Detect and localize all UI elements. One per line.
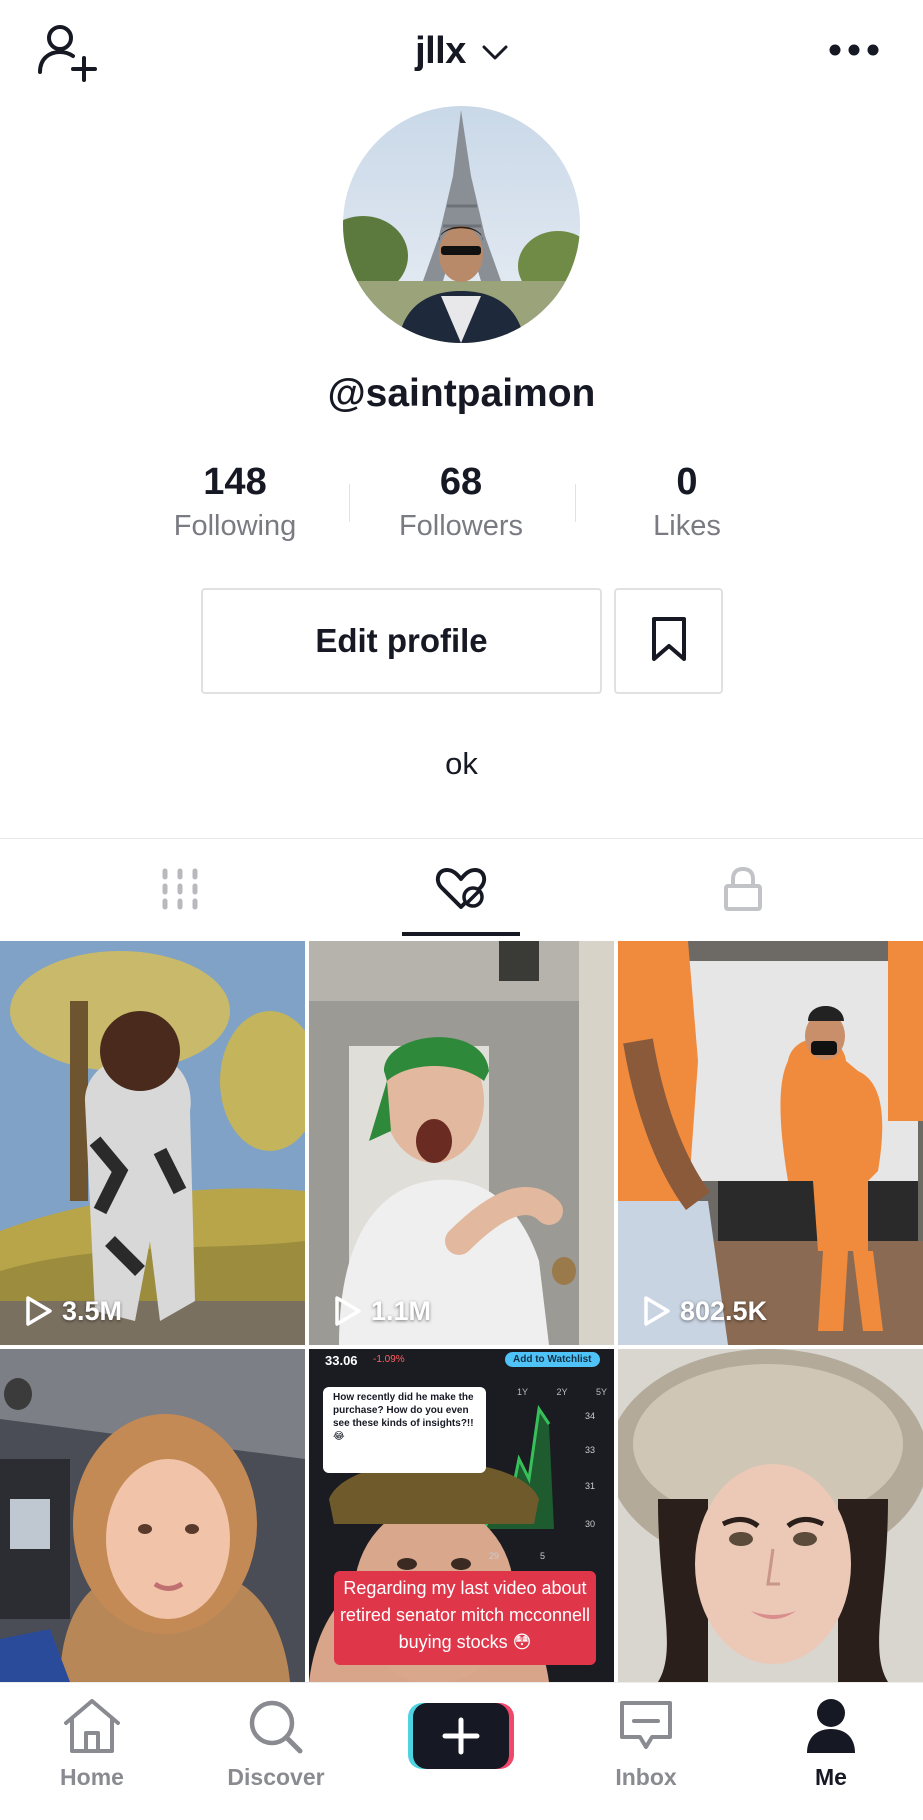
chevron-down-icon [482, 28, 508, 71]
tab-private[interactable] [683, 850, 803, 932]
range-2y: 2Y [556, 1387, 568, 1397]
stock-change: -1.09% [373, 1354, 405, 1365]
video-tile[interactable]: 33.06 -1.09% Add to Watchlist How recent… [309, 1349, 614, 1682]
play-icon [644, 1296, 670, 1326]
edit-profile-button[interactable]: Edit profile [201, 588, 602, 694]
home-icon [64, 1699, 120, 1753]
video-tile[interactable] [0, 1349, 305, 1682]
view-count: 1.1M [333, 1295, 431, 1327]
range-tabs: 1Y 2Y 5Y [517, 1387, 607, 1397]
axis-label: 34 [585, 1411, 596, 1421]
plus-icon [408, 1703, 514, 1769]
followers-stat[interactable]: 68 Followers [351, 458, 571, 546]
bottom-navigation: Home Discover Inbox Me [0, 1682, 923, 1820]
profile-bio: ok [445, 746, 478, 781]
account-switcher[interactable]: jllx [0, 30, 923, 73]
inbox-icon [620, 1701, 672, 1749]
stat-divider [349, 484, 350, 522]
range-1y: 1Y [517, 1387, 529, 1397]
edit-profile-label: Edit profile [315, 622, 488, 659]
stock-price: 33.06 [325, 1353, 358, 1368]
account-name: jllx [415, 30, 466, 72]
liked-videos-icon [435, 867, 487, 916]
followers-count: 68 [439, 461, 483, 503]
view-count: 3.5M [24, 1295, 122, 1327]
following-count: 148 [203, 461, 267, 503]
search-icon [249, 1700, 303, 1754]
likes-stat[interactable]: 0 Likes [577, 458, 797, 546]
axis-label: 30 [585, 1519, 596, 1529]
nav-inbox-label: Inbox [615, 1764, 677, 1790]
nav-home[interactable]: Home [22, 1697, 162, 1791]
tabs-divider [0, 838, 923, 839]
axis-label: 29 [489, 1551, 500, 1561]
video-tile[interactable]: 1.1M [309, 941, 614, 1345]
nav-me[interactable]: Me [761, 1697, 901, 1791]
video-thumbnail [618, 1349, 923, 1682]
create-button[interactable] [408, 1703, 514, 1769]
active-tab-indicator [402, 932, 520, 936]
video-thumbnail [0, 1349, 305, 1682]
video-thumbnail [618, 941, 923, 1345]
tab-videos[interactable] [120, 850, 240, 932]
view-count-value: 3.5M [62, 1295, 123, 1326]
profile-header: jllx [0, 0, 923, 100]
video-tile[interactable]: 3.5M [0, 941, 305, 1345]
video-caption: Regarding my last video about retired se… [339, 1578, 591, 1652]
axis-label: 31 [585, 1481, 596, 1491]
video-thumbnail [0, 941, 305, 1345]
bookmark-icon [650, 616, 688, 667]
tab-liked[interactable] [401, 850, 521, 932]
videos-grid-icon [160, 867, 200, 916]
video-thumbnail [309, 941, 614, 1345]
following-stat[interactable]: 148 Following [125, 458, 345, 546]
play-icon [335, 1296, 361, 1326]
likes-label: Likes [653, 510, 721, 542]
stat-divider [575, 484, 576, 522]
comment-bubble: How recently did he make the purchase? H… [333, 1392, 474, 1442]
nav-me-label: Me [815, 1764, 847, 1790]
play-icon [26, 1296, 52, 1326]
following-label: Following [173, 510, 297, 542]
video-tile[interactable] [618, 1349, 923, 1682]
view-count: 802.5K [642, 1295, 767, 1327]
view-count-value: 1.1M [371, 1295, 432, 1326]
axis-label: 5 [540, 1551, 546, 1561]
nav-home-label: Home [60, 1764, 124, 1790]
view-count-value: 802.5K [680, 1295, 768, 1326]
video-tile[interactable]: 802.5K [618, 941, 923, 1345]
followers-label: Followers [398, 510, 524, 542]
nav-inbox[interactable]: Inbox [576, 1697, 716, 1791]
bookmark-button[interactable] [614, 588, 723, 694]
nav-discover-label: Discover [227, 1764, 325, 1790]
nav-discover[interactable]: Discover [206, 1697, 346, 1791]
lock-icon [723, 866, 763, 917]
more-horizontal-icon[interactable] [829, 38, 879, 62]
watchlist-badge: Add to Watchlist [505, 1352, 600, 1367]
avatar[interactable] [343, 106, 580, 343]
likes-count: 0 [676, 461, 698, 503]
profile-handle: @saintpaimon [327, 372, 596, 415]
profile-icon [807, 1699, 855, 1753]
axis-label: 33 [585, 1445, 596, 1455]
range-5y: 5Y [595, 1387, 607, 1397]
